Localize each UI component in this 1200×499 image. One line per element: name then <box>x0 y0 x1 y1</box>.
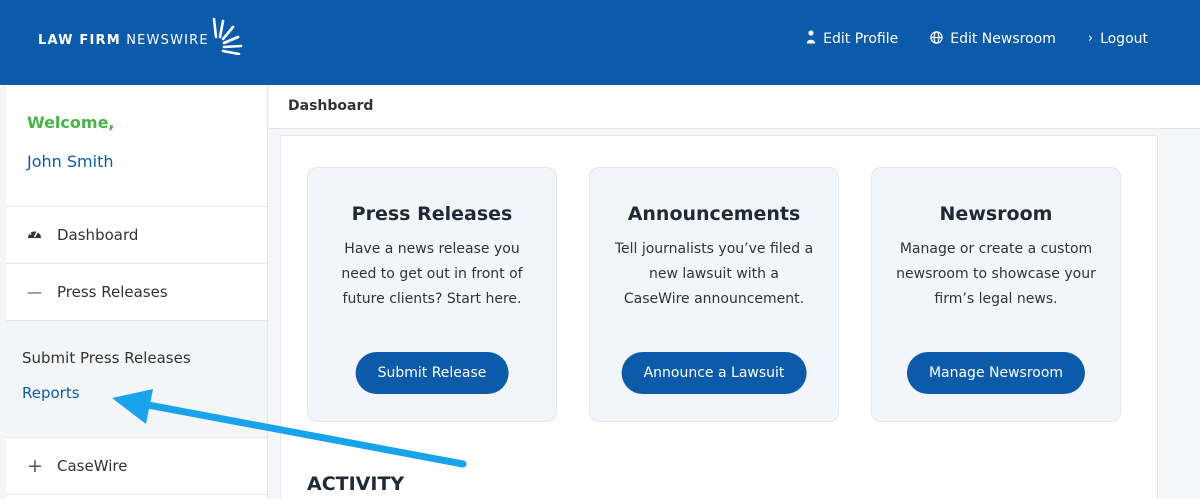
annotation-arrow-icon <box>112 389 467 468</box>
